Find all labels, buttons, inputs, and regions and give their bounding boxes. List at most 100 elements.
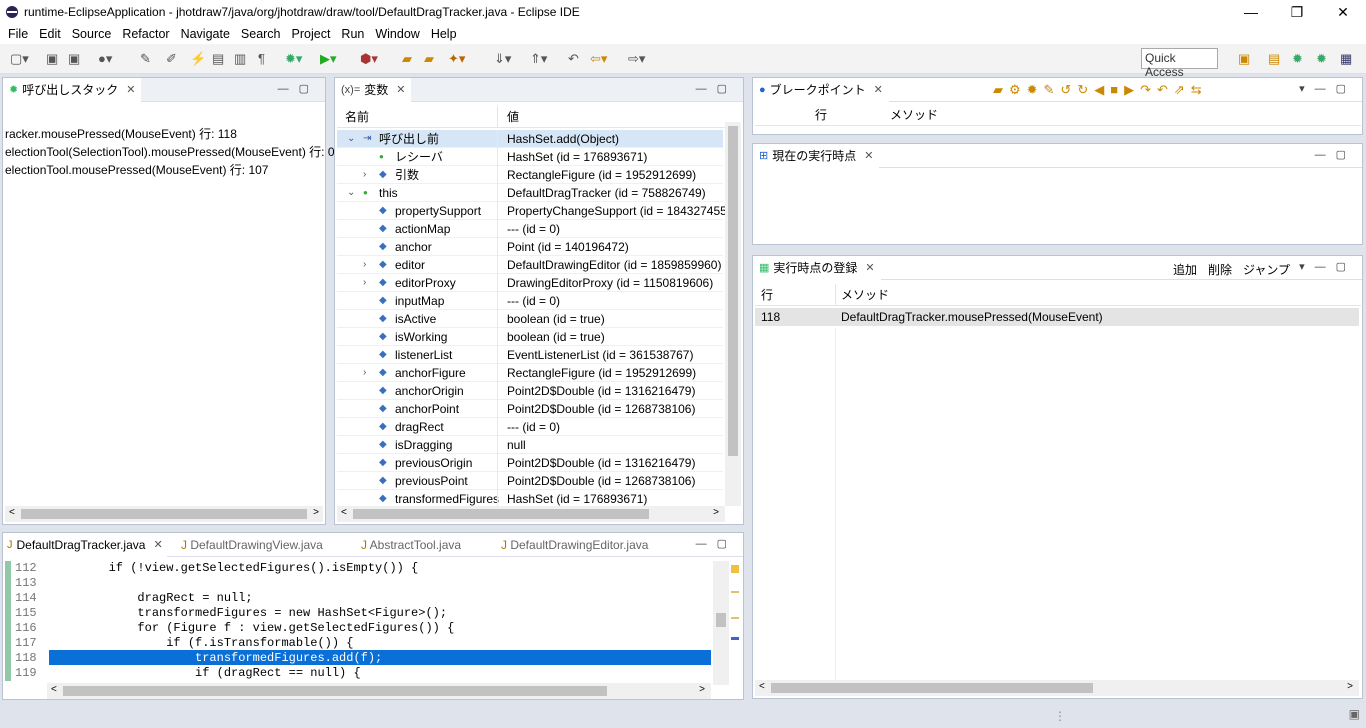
- close-icon[interactable]: ✕: [396, 83, 405, 96]
- open-type-icon[interactable]: ▰: [402, 51, 412, 67]
- variable-row[interactable]: ◆ anchorPoint Point2D$Double (id = 1268738…: [337, 400, 723, 418]
- open-perspective-icon[interactable]: ▤: [1268, 51, 1280, 67]
- menu-navigate[interactable]: Navigate: [181, 27, 230, 41]
- code-line[interactable]: 113: [11, 575, 711, 590]
- debug-perspective-icon[interactable]: ✹: [1292, 51, 1303, 67]
- col-method[interactable]: メソッド: [890, 106, 938, 123]
- external-tools-icon[interactable]: ⬢▾: [360, 51, 378, 67]
- close-icon[interactable]: ✕: [126, 83, 135, 96]
- collapsed-chevron-icon[interactable]: ›: [363, 169, 366, 180]
- run-icon[interactable]: ▶▾: [320, 51, 337, 67]
- expanded-chevron-icon[interactable]: ⌄: [347, 187, 355, 198]
- menu-search[interactable]: Search: [241, 27, 281, 41]
- variable-row[interactable]: › ◆ editor DefaultDrawingEditor (id = 18598…: [337, 256, 723, 274]
- tab-current-point[interactable]: ⊞ 現在の実行時点 ✕: [753, 143, 880, 168]
- tab-variables[interactable]: (x)= 変数 ✕: [335, 77, 412, 102]
- callstack-row[interactable]: electionTool(SelectionTool).mousePressed…: [5, 142, 335, 160]
- variable-row[interactable]: ◆ dragRect --- (id = 0): [337, 418, 723, 436]
- col-method[interactable]: メソッド: [841, 286, 889, 303]
- mark-icon[interactable]: ▥: [234, 51, 246, 67]
- variable-row[interactable]: ◆ propertySupport PropertyChangeSupport (i…: [337, 202, 734, 220]
- menu-help[interactable]: Help: [431, 27, 457, 41]
- collapsed-chevron-icon[interactable]: ›: [363, 367, 366, 378]
- view-controls[interactable]: —▢: [696, 537, 737, 550]
- code-line[interactable]: 117 if (f.isTransformable()) {: [11, 635, 711, 650]
- collapsed-chevron-icon[interactable]: ›: [363, 277, 366, 288]
- vertical-scrollbar[interactable]: [713, 561, 729, 685]
- callstack-row[interactable]: racker.mousePressed(MouseEvent) 行: 118: [5, 124, 237, 142]
- menu-edit[interactable]: Edit: [39, 27, 61, 41]
- debug-view-icon[interactable]: ✹: [1316, 51, 1327, 67]
- menu-run[interactable]: Run: [341, 27, 364, 41]
- variable-row[interactable]: ◆ inputMap --- (id = 0): [337, 292, 723, 310]
- close-icon[interactable]: ✕: [865, 261, 874, 274]
- menu-source[interactable]: Source: [72, 27, 112, 41]
- horizontal-scrollbar[interactable]: < >: [5, 506, 323, 522]
- next-annotation-icon[interactable]: ⇓▾: [494, 51, 511, 67]
- pin-icon[interactable]: ✎: [140, 51, 151, 67]
- last-edit-icon[interactable]: ↶: [568, 51, 579, 67]
- view-controls[interactable]: —▢: [278, 82, 319, 95]
- variable-row[interactable]: ◆ previousOrigin Point2D$Double (id = 1316…: [337, 454, 723, 472]
- save-icon[interactable]: ▣: [46, 51, 58, 67]
- variable-row[interactable]: ◆ isDragging null: [337, 436, 723, 454]
- horizontal-scrollbar[interactable]: < >: [337, 506, 725, 522]
- vertical-scrollbar[interactable]: [725, 122, 741, 506]
- col-line[interactable]: 行: [761, 286, 773, 303]
- close-button[interactable]: ✕: [1320, 0, 1366, 24]
- code-line[interactable]: 119 if (dragRect == null) {: [11, 665, 711, 680]
- pilcrow-icon[interactable]: ¶: [258, 51, 265, 67]
- code-line[interactable]: 118 transformedFigures.add(f);: [11, 650, 711, 665]
- close-icon[interactable]: ✕: [864, 149, 873, 162]
- quick-access-field[interactable]: Quick Access: [1141, 48, 1218, 79]
- profile-icon[interactable]: ●▾: [98, 51, 112, 67]
- open-folder-icon[interactable]: ▰: [424, 51, 434, 67]
- forward-icon[interactable]: ⇨▾: [628, 51, 645, 67]
- collapsed-chevron-icon[interactable]: ›: [363, 259, 366, 270]
- callstack-row[interactable]: electionTool.mousePressed(MouseEvent) 行:…: [5, 160, 268, 178]
- tab-breakpoints[interactable]: ● ブレークポイント ✕: [753, 77, 889, 102]
- view-controls[interactable]: ▾—▢: [1299, 260, 1356, 273]
- progress-icon[interactable]: ▣: [1349, 707, 1360, 721]
- minimize-button[interactable]: —: [1228, 0, 1274, 24]
- menu-project[interactable]: Project: [292, 27, 331, 41]
- maximize-button[interactable]: ❐: [1274, 0, 1320, 24]
- perspective-icon[interactable]: ▣: [1238, 51, 1250, 67]
- code-line[interactable]: 115 transformedFigures = new HashSet<Fig…: [11, 605, 711, 620]
- tab-editor-defaultdrawingview[interactable]: J DefaultDrawingView.java: [181, 538, 323, 552]
- prev-annotation-icon[interactable]: ⇑▾: [530, 51, 547, 67]
- variable-row[interactable]: ◆ anchorOrigin Point2D$Double (id = 131621…: [337, 382, 723, 400]
- remove-button[interactable]: 削除: [1208, 261, 1232, 278]
- tab-callstack[interactable]: ✹ 呼び出しスタック ✕: [3, 77, 142, 102]
- variable-row[interactable]: ⌄ ⇥ 呼び出し前 HashSet.add(Object): [337, 130, 723, 148]
- variable-row[interactable]: › ◆ 引数 RectangleFigure (id = 1952912699): [337, 166, 723, 184]
- variable-row[interactable]: ◆ isActive boolean (id = true): [337, 310, 723, 328]
- toggle-icon[interactable]: ⚡: [190, 51, 206, 67]
- tab-editor-defaultdrawingeditor[interactable]: J DefaultDrawingEditor.java: [501, 538, 648, 552]
- col-value[interactable]: 値: [507, 108, 519, 125]
- col-line[interactable]: 行: [815, 106, 827, 123]
- menu-window[interactable]: Window: [375, 27, 419, 41]
- horizontal-scrollbar[interactable]: < >: [47, 683, 711, 699]
- variable-row[interactable]: ◆ anchor Point (id = 140196472): [337, 238, 723, 256]
- close-icon[interactable]: ✕: [153, 538, 162, 551]
- tab-editor-defaultdragtracker[interactable]: J DefaultDragTracker.java ✕: [3, 532, 167, 557]
- view-controls[interactable]: —▢: [696, 82, 737, 95]
- code-line[interactable]: 112 if (!view.getSelectedFigures().isEmp…: [11, 560, 711, 575]
- code-line[interactable]: 114 dragRect = null;: [11, 590, 711, 605]
- java-perspective-icon[interactable]: ▦: [1340, 51, 1352, 67]
- variable-row[interactable]: ◆ previousPoint Point2D$Double (id = 12687…: [337, 472, 723, 490]
- registry-row[interactable]: 118 DefaultDragTracker.mousePressed(Mous…: [755, 308, 1359, 326]
- variable-row[interactable]: ● レシーバ HashSet (id = 176893671): [337, 148, 723, 166]
- breakpoint-toolbar-icons[interactable]: ▰⚙✹✎↺↻◀■▶↷↶⇗⇆: [993, 82, 1208, 98]
- variable-row[interactable]: › ◆ editorProxy DrawingEditorProxy (id = 11…: [337, 274, 723, 292]
- menu-file[interactable]: File: [8, 27, 28, 41]
- view-controls[interactable]: —▢: [1315, 148, 1356, 161]
- code-line[interactable]: 116 for (Figure f : view.getSelectedFigu…: [11, 620, 711, 635]
- menu-refactor[interactable]: Refactor: [122, 27, 169, 41]
- pencil-icon[interactable]: ✐: [166, 51, 177, 67]
- view-controls[interactable]: ▾—▢: [1299, 82, 1356, 95]
- horizontal-scrollbar[interactable]: < >: [755, 680, 1359, 696]
- tab-editor-abstracttool[interactable]: J AbstractTool.java: [361, 538, 461, 552]
- debug-icon[interactable]: ✹▾: [285, 51, 302, 67]
